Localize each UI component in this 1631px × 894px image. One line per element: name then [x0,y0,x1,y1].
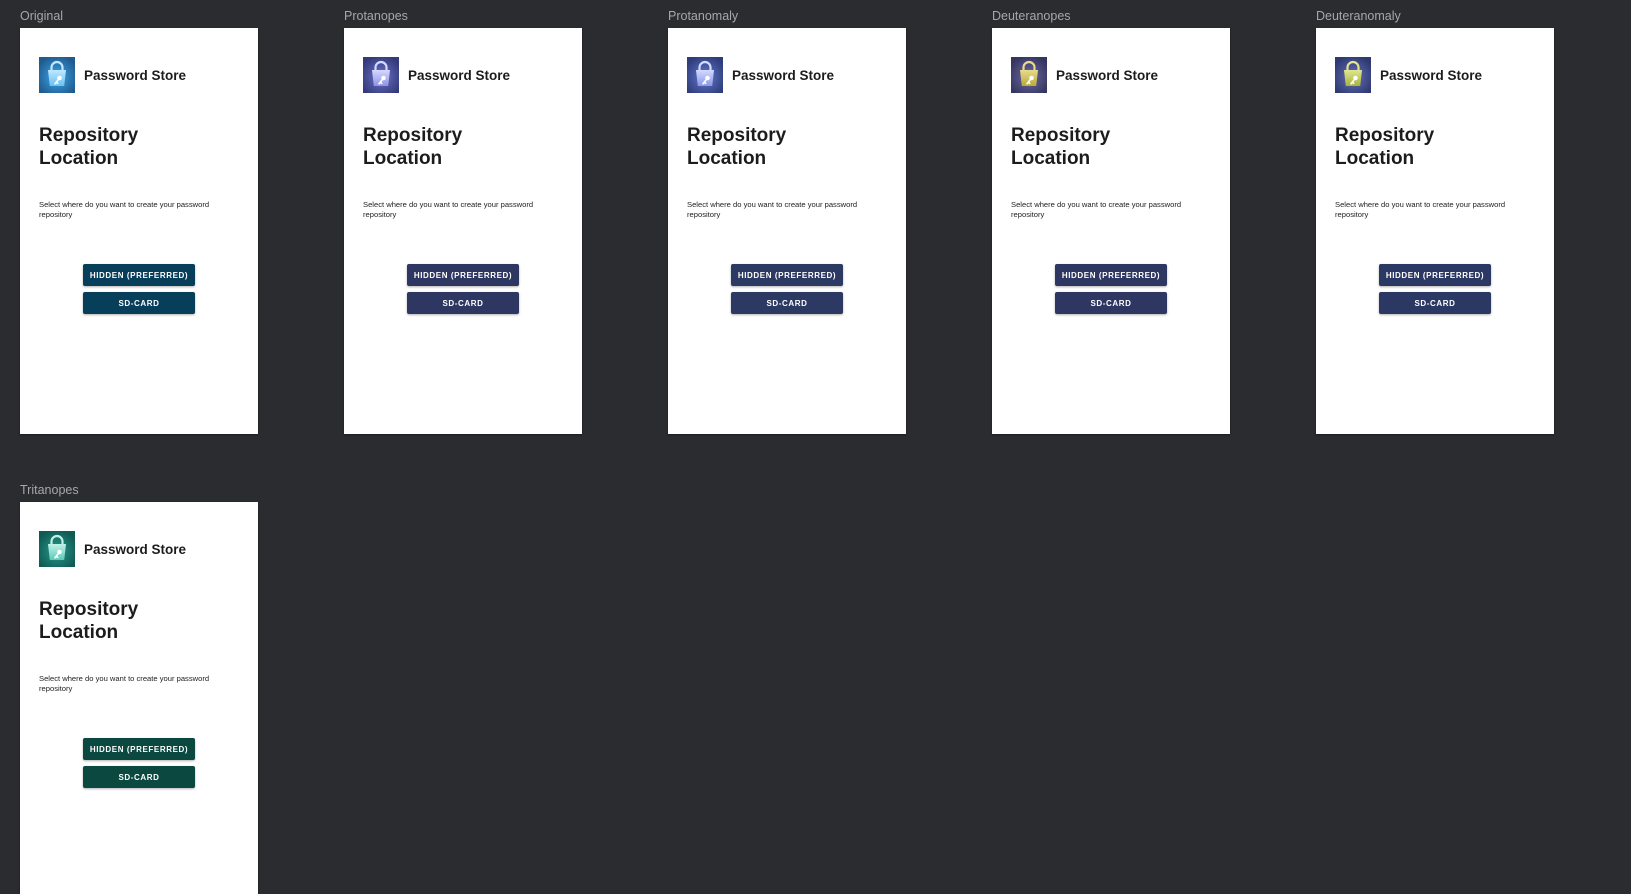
password-store-logo-icon [39,531,75,567]
app-title: Password Store [84,68,187,83]
heading-line-2: Location [1335,148,1415,169]
heading-line-1: Repository [39,125,139,146]
phone-screen: Password Store Repository Location Selec… [992,28,1230,434]
frame-label: Deuteranomaly [1316,9,1401,23]
sd-card-button[interactable]: SD-CARD [1055,292,1167,314]
heading-line-1: Repository [39,599,139,620]
phone-screen: Password Store Repository Location Selec… [20,502,258,894]
description-text: Select where do you want to create your … [39,200,210,219]
heading-line-2: Location [39,148,119,169]
heading-line-1: Repository [687,125,787,146]
heading-line-2: Location [1011,148,1091,169]
page-heading: Repository Location [363,124,563,170]
sd-card-button[interactable]: SD-CARD [1379,292,1491,314]
phone-screen: Password Store Repository Location Selec… [1316,28,1554,434]
app-title: Password Store [408,68,511,83]
password-store-logo-icon [363,57,399,93]
app-title: Password Store [84,542,187,557]
heading-line-2: Location [687,148,767,169]
frame-label: Protanopes [344,9,408,23]
app-title: Password Store [732,68,835,83]
sd-card-button[interactable]: SD-CARD [731,292,843,314]
heading-line-2: Location [39,622,119,643]
description-text: Select where do you want to create your … [1335,200,1506,219]
page-heading: Repository Location [1335,124,1535,170]
password-store-logo-icon [1335,57,1371,93]
description-text: Select where do you want to create your … [39,674,210,693]
password-store-logo-icon [687,57,723,93]
password-store-logo-icon [1011,57,1047,93]
heading-line-1: Repository [1011,125,1111,146]
hidden-preferred-button[interactable]: HIDDEN (PREFERRED) [1379,264,1491,286]
phone-screen: Password Store Repository Location Selec… [344,28,582,434]
frame-label: Protanomaly [668,9,739,23]
description-text: Select where do you want to create your … [1011,200,1182,219]
frame-label: Tritanopes [20,483,79,497]
page-heading: Repository Location [1011,124,1211,170]
sd-card-button[interactable]: SD-CARD [83,766,195,788]
hidden-preferred-button[interactable]: HIDDEN (PREFERRED) [83,264,195,286]
description-text: Select where do you want to create your … [363,200,534,219]
description-text: Select where do you want to create your … [687,200,858,219]
password-store-logo-icon [39,57,75,93]
frame-label: Deuteranopes [992,9,1071,23]
hidden-preferred-button[interactable]: HIDDEN (PREFERRED) [83,738,195,760]
heading-line-1: Repository [1335,125,1435,146]
hidden-preferred-button[interactable]: HIDDEN (PREFERRED) [731,264,843,286]
phone-screen: Password Store Repository Location Selec… [20,28,258,434]
sd-card-button[interactable]: SD-CARD [83,292,195,314]
hidden-preferred-button[interactable]: HIDDEN (PREFERRED) [1055,264,1167,286]
page-heading: Repository Location [39,598,239,644]
frame-label: Original [20,9,64,23]
heading-line-1: Repository [363,125,463,146]
heading-line-2: Location [363,148,443,169]
sd-card-button[interactable]: SD-CARD [407,292,519,314]
page-heading: Repository Location [687,124,887,170]
app-title: Password Store [1056,68,1159,83]
app-title: Password Store [1380,68,1483,83]
page-heading: Repository Location [39,124,239,170]
hidden-preferred-button[interactable]: HIDDEN (PREFERRED) [407,264,519,286]
phone-screen: Password Store Repository Location Selec… [668,28,906,434]
